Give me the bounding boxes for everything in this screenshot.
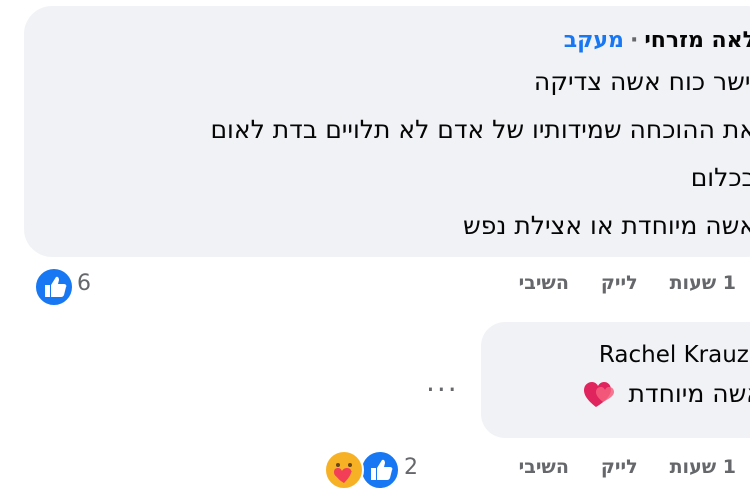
reply-button[interactable]: השיבי — [519, 456, 569, 478]
comment-text-line: יישר כוח אשה צדיקה — [533, 67, 750, 96]
like-button[interactable]: לייק — [601, 272, 638, 294]
like-button[interactable]: לייק — [601, 456, 638, 478]
care-icon[interactable] — [324, 450, 364, 490]
author-name[interactable]: לאה מזרחי — [644, 28, 750, 53]
comment-text-line: בכלום — [690, 163, 750, 192]
more-options-button[interactable]: ... — [426, 365, 459, 398]
like-icon[interactable] — [34, 267, 74, 307]
comment-bubble: Rachel Krauze אשה מיוחדת — [481, 322, 750, 438]
reaction-count[interactable]: 2 — [404, 455, 418, 480]
comment-bubble: לאה מזרחי·מעקב יישר כוח אשה צדיקה את ההו… — [24, 6, 750, 257]
like-icon[interactable] — [360, 450, 400, 490]
comment-actions: 1 שעות לייק השיבי — [487, 272, 736, 294]
comment-text-line: את ההוכחה שמידותיו של אדם לא תלויים בדת … — [210, 115, 750, 144]
comment-text: אשה מיוחדת — [628, 379, 750, 408]
separator-dot: · — [629, 28, 639, 53]
comment-time[interactable]: 1 שעות — [670, 456, 736, 478]
reaction-count[interactable]: 6 — [77, 271, 91, 296]
author-name[interactable]: Rachel Krauze — [481, 338, 750, 372]
comment-header: לאה מזרחי·מעקב — [24, 24, 750, 58]
heart-emoji — [583, 382, 614, 407]
comment-text-line: אשה מיוחדת — [481, 372, 750, 416]
comment-text-line: אשה מיוחדת או אצילת נפש — [463, 211, 750, 240]
comment-time[interactable]: 1 שעות — [670, 272, 736, 294]
reply-button[interactable]: השיבי — [519, 272, 569, 294]
comment-actions: 1 שעות לייק השיבי — [487, 456, 736, 478]
follow-link[interactable]: מעקב — [564, 28, 624, 53]
